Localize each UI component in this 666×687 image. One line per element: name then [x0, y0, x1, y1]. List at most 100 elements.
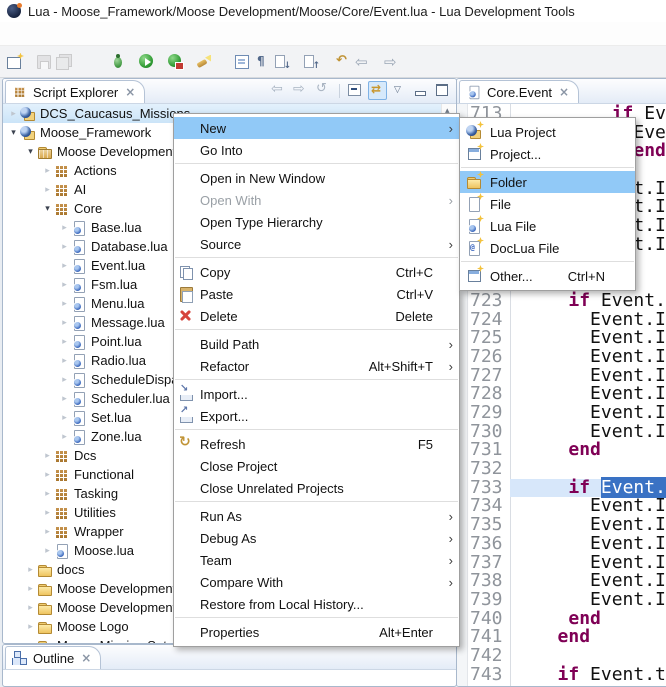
context-menu-item[interactable]: Source: [174, 233, 459, 255]
expand-arrow-icon[interactable]: [58, 222, 71, 233]
expand-arrow-icon[interactable]: [58, 317, 71, 328]
context-menu-item[interactable]: Paste Ctrl+V: [174, 283, 459, 305]
expand-arrow-icon[interactable]: [24, 640, 37, 643]
context-menu-item[interactable]: Properties Alt+Enter: [174, 621, 459, 643]
menu-bar-item[interactable]: [56, 31, 74, 37]
context-menu-item[interactable]: Export...: [174, 405, 459, 427]
expand-arrow-icon[interactable]: [41, 450, 54, 461]
context-menu-item[interactable]: New: [174, 117, 459, 139]
expand-arrow-icon[interactable]: [58, 355, 71, 366]
menu-bar-item[interactable]: [164, 31, 182, 37]
expand-arrow-icon[interactable]: [24, 602, 37, 613]
expand-arrow-icon[interactable]: [41, 165, 54, 176]
expand-arrow-icon[interactable]: [41, 526, 54, 537]
new-wizard-button[interactable]: [5, 50, 34, 74]
expand-arrow-icon[interactable]: [58, 336, 71, 347]
menu-bar-item[interactable]: [74, 31, 92, 37]
forward-button[interactable]: [383, 50, 412, 74]
expand-arrow-icon[interactable]: [24, 146, 37, 157]
submenu-item[interactable]: Other... Ctrl+N: [460, 265, 635, 287]
next-annotation-button[interactable]: [272, 50, 301, 74]
expand-arrow-icon[interactable]: [24, 564, 37, 575]
menu-item-label: Copy: [200, 265, 230, 280]
tab-outline[interactable]: Outline: [5, 646, 101, 669]
context-menu-item[interactable]: Go Into: [174, 139, 459, 161]
context-menu-item[interactable]: Open in New Window: [174, 167, 459, 189]
context-menu-item[interactable]: Refactor Alt+Shift+T: [174, 355, 459, 377]
context-menu-item[interactable]: Team: [174, 549, 459, 571]
menu-item-label: DocLua File: [490, 241, 559, 256]
explorer-up-button[interactable]: [314, 81, 333, 100]
context-menu-item[interactable]: Close Unrelated Projects: [174, 477, 459, 499]
coverage-button[interactable]: [166, 50, 195, 74]
previous-annotation-button[interactable]: [301, 50, 330, 74]
expand-arrow-icon[interactable]: [41, 203, 54, 214]
expand-arrow-icon[interactable]: [58, 298, 71, 309]
context-menu-item[interactable]: Copy Ctrl+C: [174, 261, 459, 283]
expand-arrow-icon[interactable]: [58, 431, 71, 442]
collapse-all-button[interactable]: [346, 81, 365, 100]
menu-bar-item[interactable]: [128, 31, 146, 37]
save-button[interactable]: [34, 50, 54, 74]
expand-arrow-icon[interactable]: [41, 469, 54, 480]
explorer-back-button[interactable]: [270, 81, 289, 100]
close-icon[interactable]: [125, 85, 135, 99]
expand-arrow-icon[interactable]: [41, 184, 54, 195]
context-menu-item[interactable]: Run As: [174, 505, 459, 527]
mark-occurrences-button[interactable]: [252, 50, 272, 74]
menu-bar-item[interactable]: [146, 31, 164, 37]
close-icon[interactable]: [559, 85, 569, 99]
menu-bar-item[interactable]: [2, 31, 20, 37]
link-with-editor-toggle[interactable]: [368, 81, 387, 100]
expand-arrow-icon[interactable]: [58, 241, 71, 252]
submenu-item[interactable]: Lua File: [460, 215, 635, 237]
expand-arrow-icon[interactable]: [58, 412, 71, 423]
expand-arrow-icon[interactable]: [24, 621, 37, 632]
context-menu-item[interactable]: Open With: [174, 189, 459, 211]
expand-arrow-icon[interactable]: [58, 374, 71, 385]
menu-item-label: Project...: [490, 147, 541, 162]
search-button[interactable]: [195, 50, 224, 74]
expand-arrow-icon[interactable]: [24, 583, 37, 594]
context-menu-item[interactable]: Delete Delete: [174, 305, 459, 327]
last-edit-location-button[interactable]: [334, 50, 354, 74]
expand-arrow-icon[interactable]: [7, 108, 20, 119]
submenu-item[interactable]: DocLua File: [460, 237, 635, 259]
context-menu-item[interactable]: Build Path: [174, 333, 459, 355]
minimize-button[interactable]: [412, 81, 431, 100]
maximize-button[interactable]: [434, 81, 453, 100]
tab-core-event[interactable]: Core.Event: [459, 80, 579, 103]
submenu-item[interactable]: Lua Project: [460, 121, 635, 143]
context-menu-item[interactable]: Close Project: [174, 455, 459, 477]
explorer-forward-button[interactable]: [292, 81, 311, 100]
tab-script-explorer[interactable]: Script Explorer: [5, 80, 145, 103]
submenu-item[interactable]: Folder: [460, 171, 635, 193]
expand-arrow-icon[interactable]: [41, 488, 54, 499]
menu-bar-item[interactable]: [92, 31, 110, 37]
expand-arrow-icon[interactable]: [58, 260, 71, 271]
title-bar: Lua - Moose_Framework/Moose Development/…: [0, 0, 666, 22]
menu-bar-item[interactable]: [38, 31, 56, 37]
expand-arrow-icon[interactable]: [7, 127, 20, 138]
expand-arrow-icon[interactable]: [41, 545, 54, 556]
context-menu-item[interactable]: Refresh F5: [174, 433, 459, 455]
context-menu-item[interactable]: Debug As: [174, 527, 459, 549]
context-menu-item[interactable]: Compare With: [174, 571, 459, 593]
menu-bar-item[interactable]: [110, 31, 128, 37]
expand-arrow-icon[interactable]: [58, 279, 71, 290]
back-button[interactable]: [354, 50, 383, 74]
submenu-item[interactable]: File: [460, 193, 635, 215]
expand-arrow-icon[interactable]: [58, 393, 71, 404]
submenu-item[interactable]: Project...: [460, 143, 635, 165]
run-button[interactable]: [137, 50, 166, 74]
expand-arrow-icon[interactable]: [41, 507, 54, 518]
close-icon[interactable]: [81, 651, 91, 665]
context-menu-item[interactable]: Restore from Local History...: [174, 593, 459, 615]
open-element-button[interactable]: [232, 50, 252, 74]
context-menu-item[interactable]: Import...: [174, 383, 459, 405]
save-all-button[interactable]: [54, 50, 74, 74]
menu-bar-item[interactable]: [20, 31, 38, 37]
view-menu-button[interactable]: [390, 81, 409, 100]
context-menu-item[interactable]: Open Type Hierarchy: [174, 211, 459, 233]
debug-button[interactable]: [108, 50, 137, 74]
